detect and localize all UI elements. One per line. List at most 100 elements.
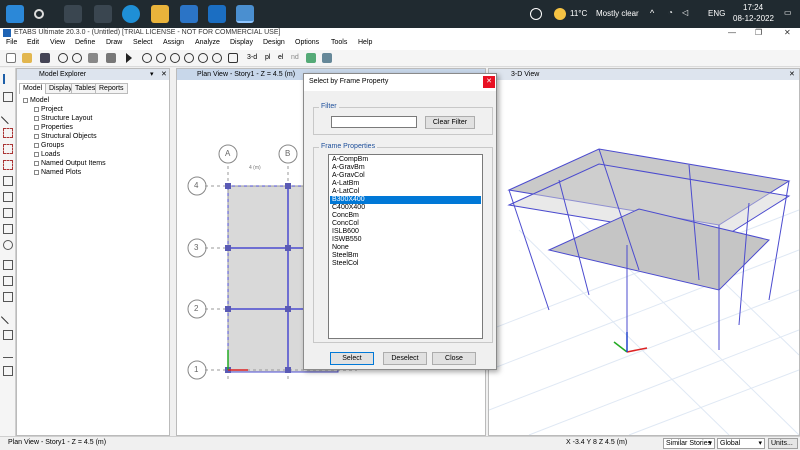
view-3d-button[interactable]: 3-d	[247, 54, 257, 61]
save-icon[interactable]	[40, 53, 50, 63]
list-item[interactable]: A-LatBm	[330, 180, 481, 188]
menu-select[interactable]: Select	[133, 39, 152, 46]
menu-help[interactable]: Help	[358, 39, 372, 46]
panel-close-icon[interactable]: ✕	[161, 70, 167, 78]
perspective-icon[interactable]	[322, 53, 332, 63]
windows-start-icon[interactable]	[6, 5, 24, 23]
tree-item-project[interactable]: Project	[34, 106, 63, 113]
search-icon[interactable]	[34, 9, 44, 19]
close-button[interactable]: Close	[432, 352, 476, 365]
etabs-taskbar-icon[interactable]	[236, 5, 254, 23]
clear-filter-button[interactable]: Clear Filter	[425, 116, 475, 129]
3d-view-close-icon[interactable]: ✕	[789, 70, 795, 78]
select-all-icon[interactable]	[3, 160, 13, 170]
tree-item-named-plots[interactable]: Named Plots	[34, 169, 81, 176]
column-node[interactable]	[285, 183, 291, 189]
list-item[interactable]: C400X400	[330, 204, 481, 212]
undo-icon[interactable]	[58, 53, 68, 63]
clock-date[interactable]: 08-12-2022	[733, 14, 774, 23]
list-item[interactable]: A-GravBm	[330, 164, 481, 172]
draw-link-icon[interactable]	[0, 309, 16, 325]
column-node[interactable]	[285, 245, 291, 251]
new-model-icon[interactable]	[6, 53, 16, 63]
refresh-icon[interactable]	[88, 53, 98, 63]
deselect-button[interactable]: Deselect	[383, 352, 427, 365]
zoom-previous-icon[interactable]	[198, 53, 208, 63]
draw-wall-icon[interactable]	[3, 224, 13, 234]
menu-edit[interactable]: Edit	[27, 39, 39, 46]
file-explorer-icon[interactable]	[151, 5, 169, 23]
frame-properties-list[interactable]: A-CompBm A-GravBm A-GravCol A-LatBm A-La…	[328, 154, 483, 339]
draw-tendon-icon[interactable]	[3, 330, 13, 340]
menu-analyze[interactable]: Analyze	[195, 39, 220, 46]
select-pointer-icon[interactable]	[3, 74, 13, 84]
tree-item-groups[interactable]: Groups	[34, 142, 64, 149]
run-analysis-icon[interactable]	[126, 53, 132, 63]
panel-dropdown-icon[interactable]: ▾	[150, 70, 154, 78]
tree-root-model[interactable]: Model	[23, 97, 49, 104]
tab-reports[interactable]: Reports	[95, 83, 128, 94]
draw-section-cut-icon[interactable]	[3, 366, 13, 376]
expand-icon[interactable]	[34, 142, 39, 148]
column-node[interactable]	[285, 367, 291, 373]
menu-design[interactable]: Design	[263, 39, 285, 46]
3d-view-window[interactable]: 3-D View ✕	[488, 68, 800, 436]
volume-icon[interactable]: ◁	[682, 8, 688, 17]
wifi-icon[interactable]: ◔	[668, 8, 673, 17]
select-window-icon[interactable]	[3, 128, 13, 138]
expand-icon[interactable]	[34, 106, 39, 112]
dialog-close-icon[interactable]: ✕	[483, 76, 495, 88]
view-node-button[interactable]: nd	[291, 54, 299, 61]
column-node[interactable]	[225, 306, 231, 312]
list-item[interactable]: A-GravCol	[330, 172, 481, 180]
list-item-selected[interactable]: B300X400	[330, 196, 481, 204]
menu-view[interactable]: View	[50, 39, 65, 46]
view-plan-button[interactable]: pl	[265, 54, 270, 61]
draw-floor-icon[interactable]	[3, 208, 13, 218]
mail-icon[interactable]	[208, 5, 226, 23]
expand-icon[interactable]	[34, 133, 39, 139]
expand-icon[interactable]	[34, 169, 39, 175]
open-icon[interactable]	[22, 53, 32, 63]
tree-item-properties[interactable]: Properties	[34, 124, 73, 131]
edge-icon[interactable]	[122, 5, 140, 23]
draw-brace-icon[interactable]	[3, 192, 13, 202]
lock-icon[interactable]	[106, 53, 116, 63]
list-item[interactable]: ConcCol	[330, 220, 481, 228]
tree-item-loads[interactable]: Loads	[34, 151, 60, 158]
view-elevation-button[interactable]: el	[278, 54, 283, 61]
widgets-icon[interactable]	[94, 5, 112, 23]
units-button[interactable]: Units...	[768, 438, 798, 449]
column-node[interactable]	[225, 245, 231, 251]
expand-icon[interactable]	[34, 151, 39, 157]
list-item[interactable]: ISWB550	[330, 236, 481, 244]
quick-beam-icon[interactable]	[3, 292, 13, 302]
task-view-icon[interactable]	[64, 5, 82, 23]
coordinate-system-select[interactable]: Global ▾	[717, 438, 765, 449]
expand-icon[interactable]	[34, 160, 39, 166]
expand-icon[interactable]	[34, 124, 39, 130]
pointer-icon[interactable]	[228, 53, 238, 63]
list-item[interactable]: SteelCol	[330, 260, 481, 268]
reshape-icon[interactable]	[3, 92, 13, 102]
tree-item-named-output-items[interactable]: Named Output Items	[34, 160, 106, 167]
close-window-button[interactable]: ✕	[784, 28, 791, 37]
minimize-button[interactable]: —	[728, 28, 736, 37]
list-item[interactable]: A-LatCol	[330, 188, 481, 196]
zoom-fit-icon[interactable]	[184, 53, 194, 63]
quick-column-icon[interactable]	[3, 276, 13, 286]
rotate-3d-icon[interactable]	[306, 53, 316, 63]
store-icon[interactable]	[180, 5, 198, 23]
3d-model-canvas[interactable]	[489, 80, 799, 435]
draw-column-icon[interactable]	[3, 260, 13, 270]
list-item[interactable]: ISLB600	[330, 228, 481, 236]
language-indicator[interactable]: ENG	[708, 9, 725, 18]
tray-chevron-icon[interactable]: ^	[650, 8, 654, 18]
draw-dimension-icon[interactable]	[3, 348, 13, 358]
tab-model[interactable]: Model	[19, 83, 47, 94]
clock-time[interactable]: 17:24	[743, 3, 763, 12]
notification-icon[interactable]: ▭	[784, 8, 792, 17]
zoom-out-icon[interactable]	[170, 53, 180, 63]
list-item[interactable]: ConcBm	[330, 212, 481, 220]
menu-tools[interactable]: Tools	[331, 39, 347, 46]
